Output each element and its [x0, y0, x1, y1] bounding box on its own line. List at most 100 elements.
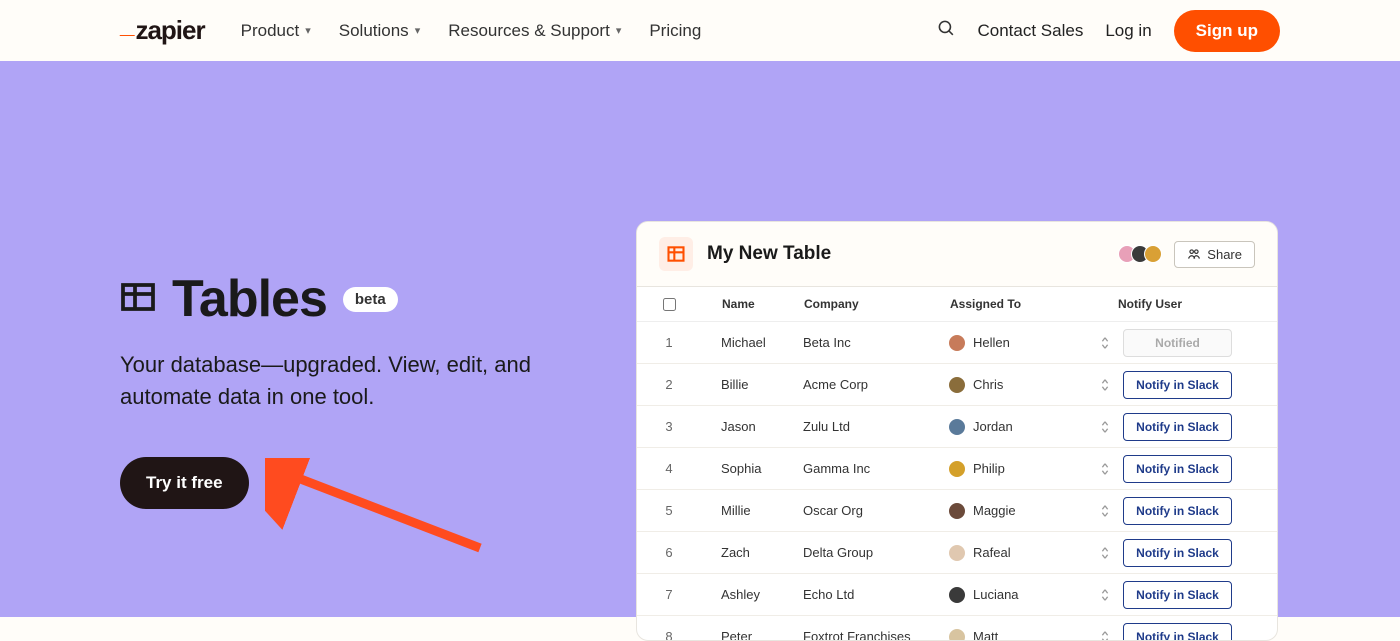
avatar [1144, 245, 1162, 263]
share-button[interactable]: Share [1174, 241, 1255, 268]
table-row: 4SophiaGamma Inc Philip Notify in Slack [637, 448, 1277, 490]
zapier-logo[interactable]: _ zapier [120, 15, 205, 46]
try-it-free-button[interactable]: Try it free [120, 457, 249, 509]
search-icon[interactable] [937, 19, 956, 43]
sort-icon[interactable] [1099, 420, 1117, 434]
nav-product-label: Product [241, 21, 300, 41]
sort-icon[interactable] [1099, 504, 1117, 518]
sort-icon[interactable] [1099, 336, 1117, 350]
navbar: _ zapier Product ▾ Solutions ▾ Resources… [0, 0, 1400, 61]
cell-name: Jason [687, 419, 803, 434]
cell-notify: Notify in Slack [1117, 581, 1247, 609]
avatar [949, 335, 965, 351]
notify-in-slack-button[interactable]: Notify in Slack [1123, 455, 1232, 483]
notify-in-slack-button[interactable]: Notify in Slack [1123, 413, 1232, 441]
cell-assigned: Philip [949, 461, 1099, 477]
column-assigned: Assigned To [950, 297, 1118, 311]
assigned-name: Jordan [973, 419, 1013, 434]
cell-notify: Notify in Slack [1117, 539, 1247, 567]
table-title: My New Table [707, 243, 831, 265]
assigned-name: Maggie [973, 503, 1016, 518]
chevron-down-icon: ▾ [415, 24, 421, 37]
table-header: My New Table Share [637, 222, 1277, 287]
avatar [949, 419, 965, 435]
cell-assigned: Hellen [949, 335, 1099, 351]
nav-pricing[interactable]: Pricing [649, 21, 701, 41]
cell-assigned: Chris [949, 377, 1099, 393]
cell-company: Gamma Inc [803, 461, 949, 476]
notify-in-slack-button[interactable]: Notify in Slack [1123, 539, 1232, 567]
notify-in-slack-button[interactable]: Notify in Slack [1123, 623, 1232, 641]
assigned-name: Chris [973, 377, 1003, 392]
assigned-name: Rafeal [973, 545, 1011, 560]
sort-icon[interactable] [1099, 462, 1117, 476]
table-body: 1MichaelBeta IncHellenNotified2BillieAcm… [637, 322, 1277, 641]
cell-notify: Notify in Slack [1117, 371, 1247, 399]
notify-in-slack-button[interactable]: Notify in Slack [1123, 371, 1232, 399]
cell-name: Billie [687, 377, 803, 392]
cell-notify: Notify in Slack [1117, 623, 1247, 641]
sort-icon[interactable] [1099, 630, 1117, 641]
cell-name: Michael [687, 335, 803, 350]
signup-button[interactable]: Sign up [1174, 10, 1280, 52]
cell-notify: Notified [1117, 329, 1247, 357]
avatar [949, 377, 965, 393]
table-row: 3JasonZulu LtdJordanNotify in Slack [637, 406, 1277, 448]
notify-in-slack-button[interactable]: Notify in Slack [1123, 581, 1232, 609]
table-row: 2BillieAcme CorpChrisNotify in Slack [637, 364, 1277, 406]
contact-sales-link[interactable]: Contact Sales [978, 21, 1084, 41]
avatar-stack [1118, 245, 1162, 263]
cell-assigned: Jordan [949, 419, 1099, 435]
row-number: 2 [651, 377, 687, 392]
logo-text: zapier [135, 15, 204, 46]
sort-icon[interactable] [1099, 546, 1117, 560]
nav-product[interactable]: Product ▾ [241, 21, 311, 41]
avatar [949, 503, 965, 519]
cell-name: Sophia [687, 461, 803, 476]
nav-resources-label: Resources & Support [448, 21, 610, 41]
hero-title-row: Tables beta [120, 269, 620, 329]
assigned-name: Philip [973, 461, 1005, 476]
hero-title: Tables [172, 269, 327, 329]
notified-button: Notified [1123, 329, 1232, 357]
cell-notify: Notify in Slack [1117, 455, 1247, 483]
column-notify: Notify User [1118, 297, 1238, 311]
login-link[interactable]: Log in [1105, 21, 1151, 41]
cell-assigned: Maggie [949, 503, 1099, 519]
row-number: 4 [651, 461, 687, 476]
cell-notify: Notify in Slack [1117, 497, 1247, 525]
chevron-down-icon: ▾ [305, 24, 311, 37]
table-preview-card: My New Table Share Name Company Assigned… [636, 221, 1278, 641]
beta-badge: beta [343, 287, 398, 312]
table-header-right: Share [1118, 241, 1255, 268]
cell-company: Foxtrot Franchises [803, 629, 949, 641]
row-number: 3 [651, 419, 687, 434]
sort-icon[interactable] [1099, 378, 1117, 392]
row-number: 7 [651, 587, 687, 602]
row-number: 5 [651, 503, 687, 518]
cell-company: Oscar Org [803, 503, 949, 518]
table-badge-icon [659, 237, 693, 271]
column-name: Name [688, 297, 804, 311]
select-all-checkbox[interactable] [651, 298, 687, 311]
hero-subtitle: Your database—upgraded. View, edit, and … [120, 349, 540, 413]
table-columns-header: Name Company Assigned To Notify User [637, 287, 1277, 322]
notify-in-slack-button[interactable]: Notify in Slack [1123, 497, 1232, 525]
table-icon [120, 279, 156, 320]
sort-icon[interactable] [1099, 588, 1117, 602]
cell-company: Beta Inc [803, 335, 949, 350]
nav-solutions[interactable]: Solutions ▾ [339, 21, 420, 41]
cell-company: Delta Group [803, 545, 949, 560]
avatar [949, 587, 965, 603]
table-row: 6ZachDelta GroupRafealNotify in Slack [637, 532, 1277, 574]
cell-name: Zach [687, 545, 803, 560]
nav-resources[interactable]: Resources & Support ▾ [448, 21, 621, 41]
avatar [949, 461, 965, 477]
share-label: Share [1207, 247, 1242, 262]
assigned-name: Hellen [973, 335, 1010, 350]
chevron-down-icon: ▾ [616, 24, 622, 37]
cell-name: Ashley [687, 587, 803, 602]
hero-section: Tables beta Your database—upgraded. View… [0, 61, 1400, 617]
cell-name: Peter [687, 629, 803, 641]
table-row: 7AshleyEcho LtdLucianaNotify in Slack [637, 574, 1277, 616]
